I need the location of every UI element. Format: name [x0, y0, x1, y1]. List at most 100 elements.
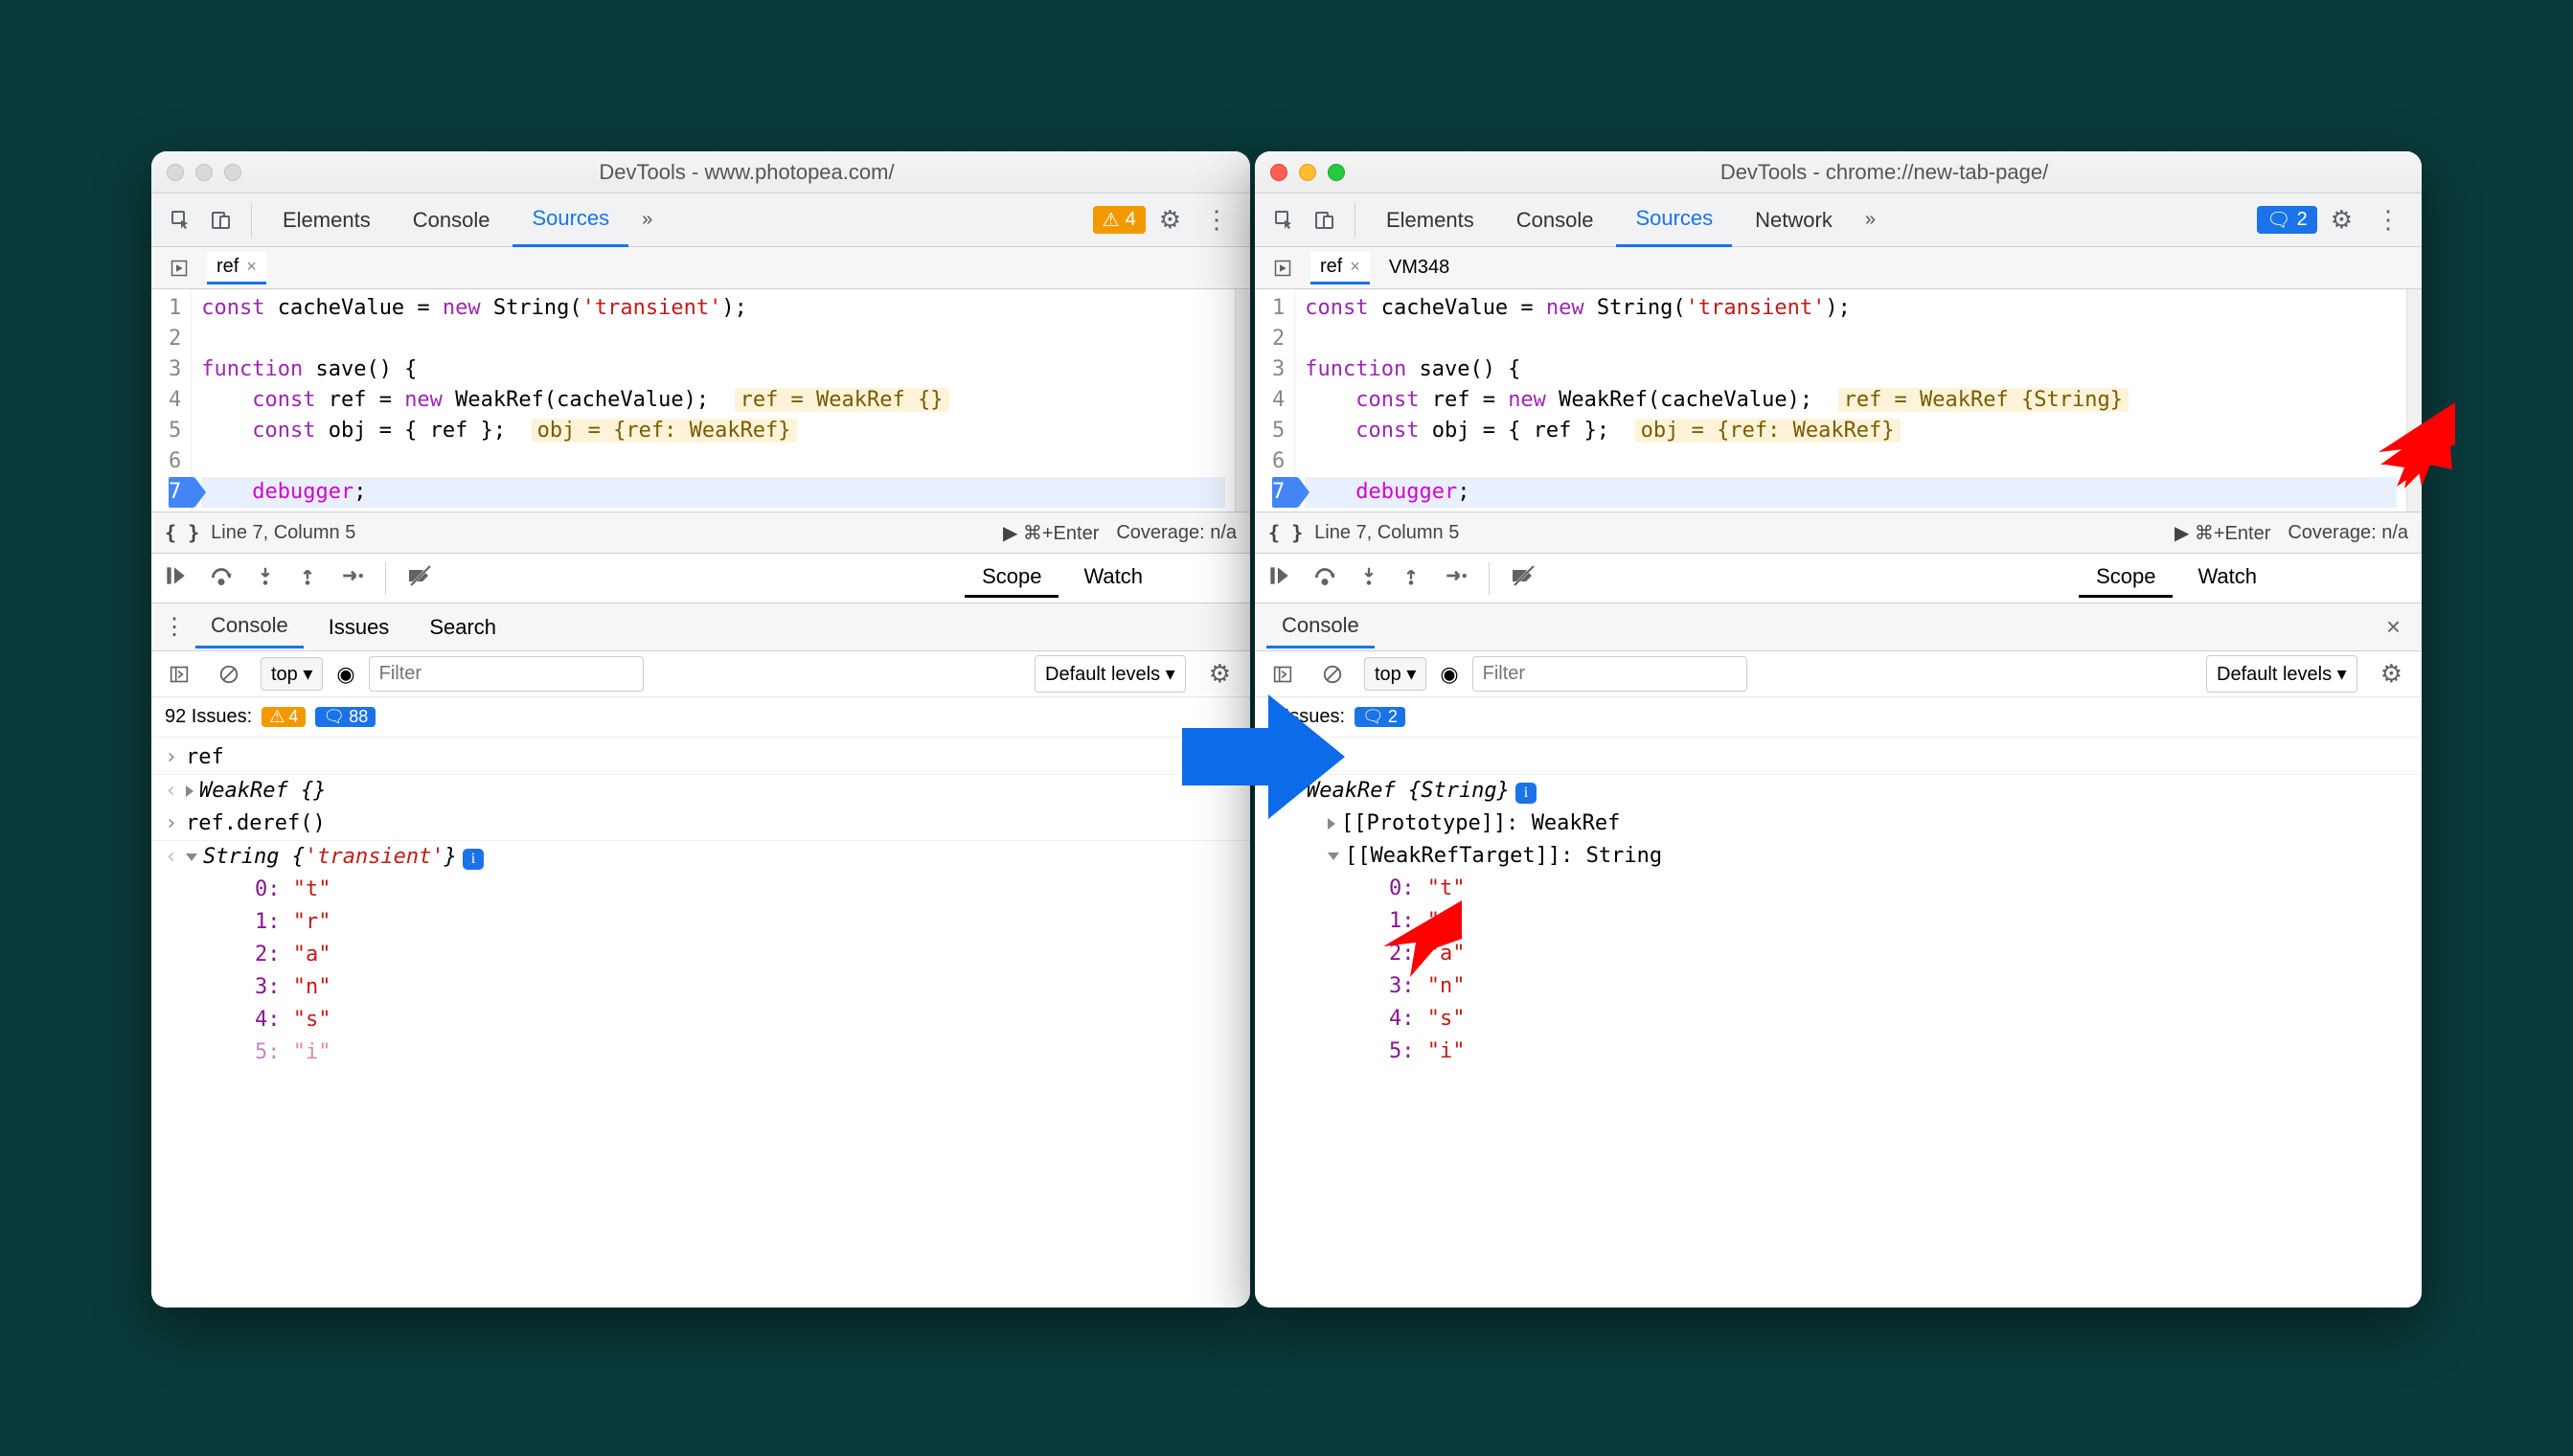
deactivate-breakpoints-icon[interactable]: [407, 563, 434, 593]
file-tab-vm[interactable]: VM348: [1379, 253, 1459, 283]
line-gutter[interactable]: 1234567: [151, 289, 192, 512]
code-editor[interactable]: 1234567 const cacheValue = new String('t…: [151, 289, 1250, 512]
resume-icon[interactable]: [163, 563, 188, 593]
titlebar: DevTools - chrome://new-tab-page/: [1255, 151, 2422, 193]
editor-status-bar: { } Line 7, Column 5 ▶ ⌘+Enter Coverage:…: [151, 512, 1250, 554]
console-output[interactable]: ›ref‹WeakRef {String}i[[Prototype]]: Wea…: [1255, 738, 2422, 1308]
drawer-tab-console[interactable]: Console: [1266, 605, 1375, 648]
tab-elements[interactable]: Elements: [263, 193, 390, 247]
close-icon[interactable]: ×: [246, 257, 257, 277]
info-badge[interactable]: 🗨2: [2257, 206, 2317, 234]
run-shortcut[interactable]: ▶ ⌘+Enter: [2175, 521, 2270, 545]
device-icon[interactable]: [203, 202, 239, 239]
titlebar: DevTools - www.photopea.com/: [151, 151, 1250, 193]
traffic-minimize[interactable]: [1299, 164, 1316, 181]
more-menu-icon[interactable]: ⋮: [1195, 205, 1239, 235]
watch-tab[interactable]: Watch: [2180, 558, 2274, 598]
drawer-tab-issues[interactable]: Issues: [313, 607, 405, 648]
scope-tab[interactable]: Scope: [2079, 558, 2173, 598]
snippets-run-icon[interactable]: [161, 250, 197, 286]
traffic-close[interactable]: [167, 164, 184, 181]
tab-elements[interactable]: Elements: [1367, 193, 1493, 247]
drawer-menu-icon[interactable]: ⋮: [163, 613, 186, 641]
tab-console[interactable]: Console: [1497, 193, 1613, 247]
issues-summary[interactable]: 2 Issues: 🗨 2: [1255, 697, 2422, 738]
code-editor[interactable]: 1234567 const cacheValue = new String('t…: [1255, 289, 2422, 512]
callout-arrow-icon: [1378, 900, 1464, 977]
traffic-lights: [167, 164, 241, 181]
traffic-zoom[interactable]: [224, 164, 241, 181]
devtools-window-left: DevTools - www.photopea.com/ Elements Co…: [151, 151, 1250, 1308]
scope-tab[interactable]: Scope: [965, 558, 1059, 598]
step-over-icon[interactable]: [1312, 563, 1337, 593]
watch-tab[interactable]: Watch: [1066, 558, 1160, 598]
console-sidebar-icon[interactable]: [1264, 656, 1301, 693]
console-filter-input[interactable]: [1472, 656, 1747, 692]
coverage-status[interactable]: Coverage: n/a: [2288, 522, 2408, 544]
tabs-overflow[interactable]: »: [632, 209, 662, 231]
step-into-icon[interactable]: [255, 563, 276, 593]
device-icon[interactable]: [1307, 202, 1343, 239]
tabs-overflow[interactable]: »: [1856, 209, 1885, 231]
step-out-icon[interactable]: [1400, 563, 1422, 593]
traffic-zoom[interactable]: [1328, 164, 1345, 181]
window-title: DevTools - chrome://new-tab-page/: [1362, 160, 2406, 185]
deactivate-breakpoints-icon[interactable]: [1511, 563, 1537, 593]
close-icon[interactable]: ×: [1350, 257, 1360, 277]
clear-console-icon[interactable]: [1314, 656, 1351, 693]
file-tab-ref[interactable]: ref ×: [207, 252, 266, 284]
drawer-tab-search[interactable]: Search: [414, 607, 512, 648]
more-menu-icon[interactable]: ⋮: [2366, 205, 2410, 235]
debugger-toolbar: Scope Watch: [151, 554, 1250, 603]
debugger-toolbar: Scope Watch: [1255, 554, 2422, 603]
log-levels-selector[interactable]: Default levels ▾: [2206, 655, 2357, 693]
live-expression-icon[interactable]: ◉: [1440, 662, 1458, 687]
issues-info-badge: 🗨 2: [1355, 707, 1405, 727]
close-drawer-icon[interactable]: ×: [2377, 612, 2410, 642]
tab-sources[interactable]: Sources: [1616, 193, 1732, 247]
settings-icon[interactable]: ⚙: [2321, 205, 2362, 235]
drawer-tab-console[interactable]: Console: [195, 605, 304, 648]
console-output[interactable]: ›ref‹WeakRef {}›ref.deref()‹String {'tra…: [151, 738, 1250, 1308]
console-settings-icon[interactable]: ⚙: [1199, 659, 1241, 689]
console-toolbar: top ▾ ◉ Default levels ▾ ⚙: [1255, 651, 2422, 697]
file-tab-label: ref: [1320, 256, 1342, 278]
tab-console[interactable]: Console: [394, 193, 510, 247]
step-icon[interactable]: [1443, 563, 1468, 593]
step-out-icon[interactable]: [297, 563, 318, 593]
traffic-lights: [1270, 164, 1345, 181]
pretty-print-icon[interactable]: { }: [165, 521, 199, 544]
step-over-icon[interactable]: [209, 563, 234, 593]
console-settings-icon[interactable]: ⚙: [2371, 659, 2412, 689]
line-gutter[interactable]: 1234567: [1255, 289, 1295, 512]
live-expression-icon[interactable]: ◉: [336, 662, 354, 687]
tab-network[interactable]: Network: [1736, 193, 1852, 247]
warnings-badge[interactable]: ⚠4: [1093, 206, 1146, 234]
file-tab-ref[interactable]: ref ×: [1310, 252, 1370, 284]
issues-summary[interactable]: 92 Issues: ⚠ 4 🗨 88: [151, 697, 1250, 738]
coverage-status[interactable]: Coverage: n/a: [1116, 522, 1237, 544]
traffic-minimize[interactable]: [195, 164, 213, 181]
snippets-run-icon[interactable]: [1264, 250, 1301, 286]
step-icon[interactable]: [339, 563, 364, 593]
inspect-icon[interactable]: [1266, 202, 1303, 239]
resume-icon[interactable]: [1266, 563, 1291, 593]
code-body[interactable]: const cacheValue = new String('transient…: [1295, 289, 2406, 512]
transition-arrow-icon: [1182, 690, 1345, 824]
context-selector[interactable]: top ▾: [261, 657, 323, 691]
inspect-icon[interactable]: [163, 202, 199, 239]
step-into-icon[interactable]: [1358, 563, 1379, 593]
tab-sources[interactable]: Sources: [512, 193, 628, 247]
code-body[interactable]: const cacheValue = new String('transient…: [192, 289, 1235, 512]
log-levels-selector[interactable]: Default levels ▾: [1035, 655, 1186, 693]
pretty-print-icon[interactable]: { }: [1268, 521, 1303, 544]
context-selector[interactable]: top ▾: [1364, 657, 1426, 691]
console-sidebar-icon[interactable]: [161, 656, 197, 693]
scrollbar[interactable]: [1235, 289, 1250, 512]
traffic-close[interactable]: [1270, 164, 1287, 181]
run-shortcut[interactable]: ▶ ⌘+Enter: [1003, 521, 1099, 545]
console-filter-input[interactable]: [369, 656, 644, 692]
settings-icon[interactable]: ⚙: [1150, 205, 1191, 235]
file-tab-label: ref: [216, 256, 239, 278]
clear-console-icon[interactable]: [211, 656, 247, 693]
